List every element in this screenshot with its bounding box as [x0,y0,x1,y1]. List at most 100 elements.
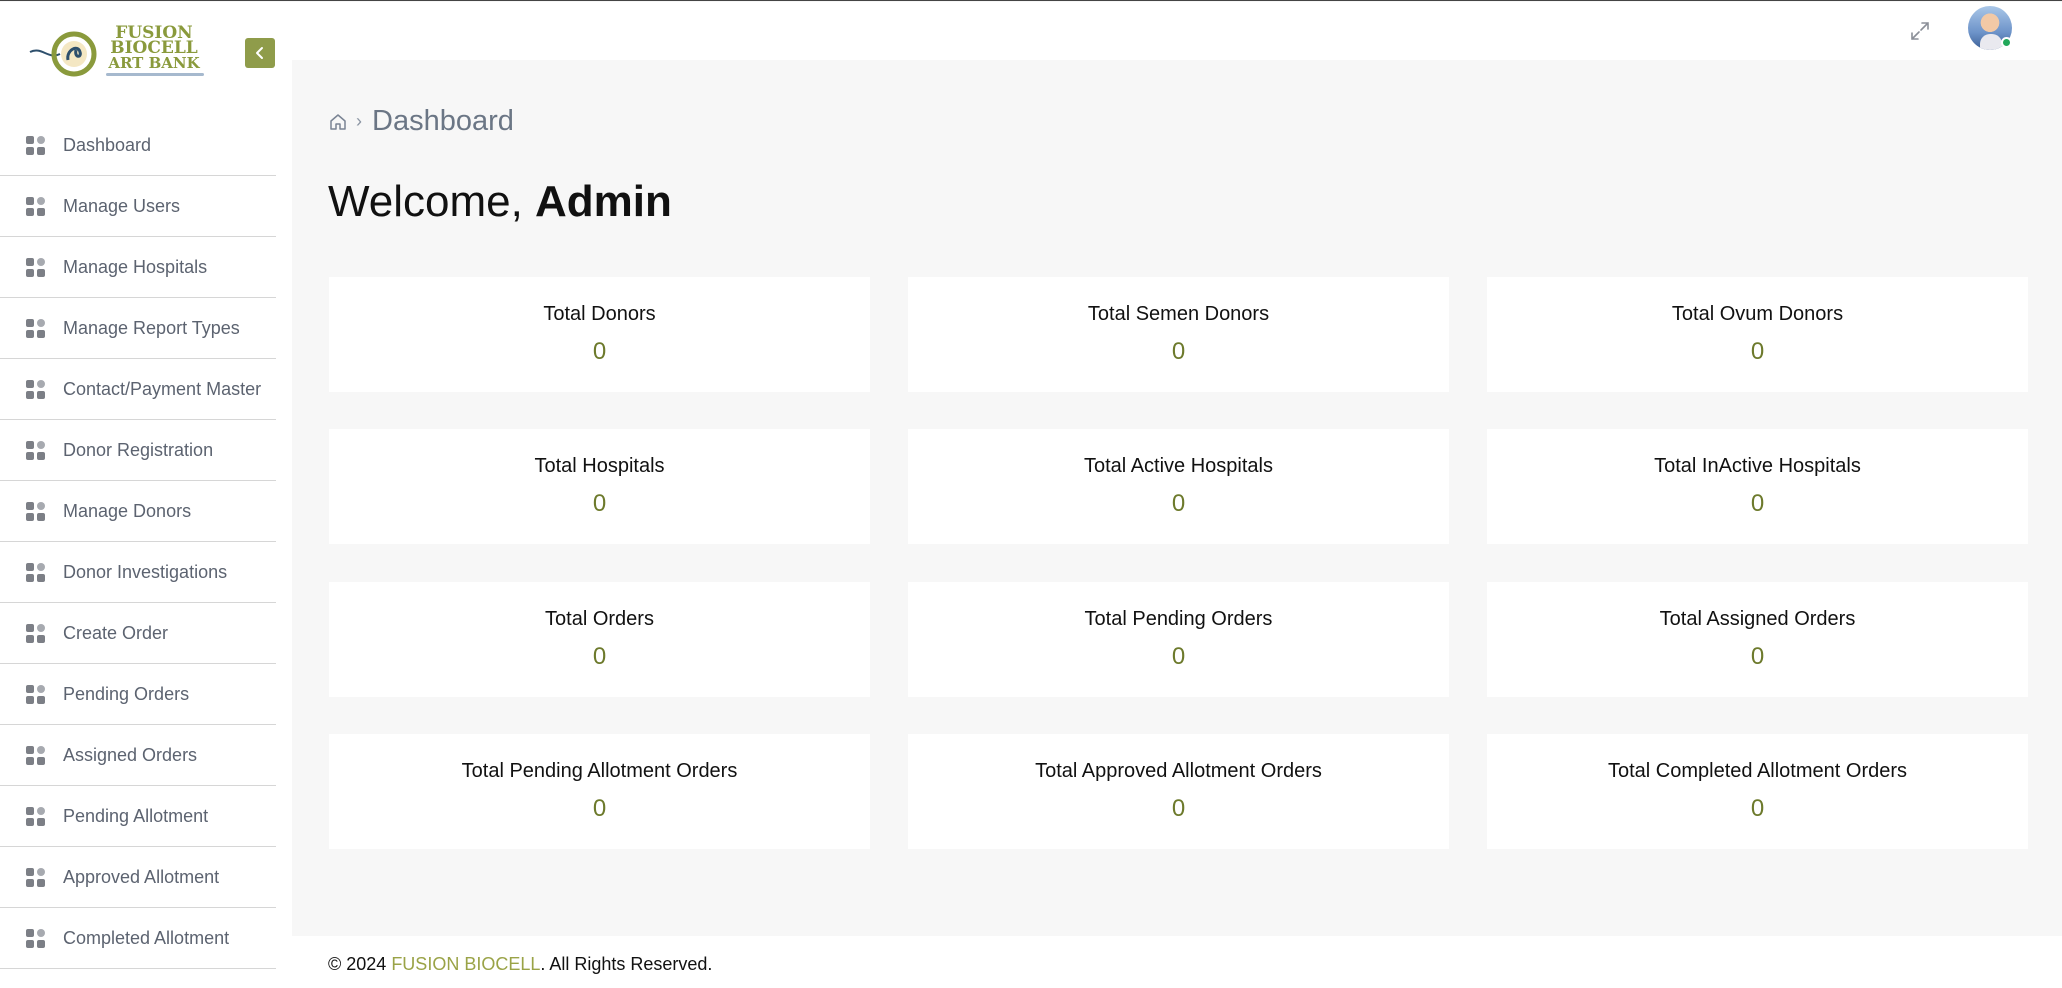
stat-card-value: 0 [1171,490,1186,517]
grid-icon [26,379,45,399]
stat-card-title: Total Pending Orders [1084,608,1273,630]
stat-card-value: 0 [1750,490,1765,517]
sidebar-item-label: Manage Report Types [63,317,240,338]
sidebar-item-label: Create Order [63,622,169,643]
stat-card-value: 0 [592,490,607,517]
chevron-left-icon [256,47,263,59]
fullscreen-toggle-button[interactable] [1908,19,1932,43]
stat-card-value: 0 [1750,338,1765,365]
grid-icon [26,318,45,338]
grid-icon [26,135,45,155]
sidebar-item-manage-report-types[interactable]: Manage Report Types [0,298,276,359]
stat-card: Total Orders 0 [329,582,870,697]
stat-card: Total Pending Allotment Orders 0 [329,734,870,849]
stat-card-title: Total Semen Donors [1087,303,1270,325]
sidebar-item-donor-investigations[interactable]: Donor Investigations [0,542,276,603]
stat-card: Total Active Hospitals 0 [908,429,1449,544]
sidebar-item-label: Manage Hospitals [63,256,208,277]
sidebar-item-label: Approved Allotment [63,866,220,887]
stat-card-value: 0 [1750,795,1765,822]
stat-card: Total Donors 0 [329,277,870,392]
footer-prefix: © 2024 [328,954,392,974]
sidebar-item-label: Donor Investigations [63,561,228,582]
stat-card-title: Total Ovum Donors [1671,303,1844,325]
sidebar-item-create-order[interactable]: Create Order [0,603,276,664]
stat-card-value: 0 [592,643,607,670]
sidebar-item-completed-allotment[interactable]: Completed Allotment [0,908,276,969]
grid-icon [26,196,45,216]
sidebar-item-label: Contact/Payment Master [63,378,262,399]
grid-icon [26,928,45,948]
sidebar-item-label: Dashboard [63,134,152,155]
sidebar-item-label: Manage Users [63,195,181,216]
stat-card-title: Total Hospitals [534,455,665,477]
sidebar-item-manage-users[interactable]: Manage Users [0,176,276,237]
sidebar-item-label: Completed Allotment [63,927,230,948]
stat-card-title: Total Orders [545,608,654,630]
brand-line-3: ART BANK [108,54,200,72]
breadcrumb-separator-icon: › [356,111,362,131]
grid-icon [26,440,45,460]
collapse-sidebar-button[interactable] [245,38,275,68]
stat-card: Total Completed Allotment Orders 0 [1487,734,2028,849]
stat-card-value: 0 [1171,338,1186,365]
breadcrumb-current: Dashboard [372,105,514,137]
sidebar-item-pending-orders[interactable]: Pending Orders [0,664,276,725]
breadcrumb: › Dashboard [328,105,514,138]
sidebar-nav: Dashboard Manage Users Manage Hospitals … [0,115,276,969]
grid-icon [26,623,45,643]
home-icon[interactable] [328,112,348,132]
grid-icon [26,867,45,887]
footer-copyright: © 2024 FUSION BIOCELL. All Rights Reserv… [328,954,712,975]
brand-wordmark: FUSION BIOCELL ART BANK [104,25,204,72]
footer-brand-link[interactable]: FUSION BIOCELL [391,954,540,974]
stat-card-title: Total Active Hospitals [1084,455,1273,477]
sidebar-item-pending-allotment[interactable]: Pending Allotment [0,786,276,847]
page-footer: © 2024 FUSION BIOCELL. All Rights Reserv… [292,936,2062,988]
sidebar-item-label: Donor Registration [63,439,214,460]
stat-card: Total Ovum Donors 0 [1487,277,2028,392]
welcome-heading: Welcome, Admin [328,177,672,227]
stat-card-title: Total Pending Allotment Orders [461,760,738,782]
expand-icon [1911,22,1929,40]
stat-card: Total Approved Allotment Orders 0 [908,734,1449,849]
sidebar-item-dashboard[interactable]: Dashboard [0,115,276,176]
stat-card: Total Hospitals 0 [329,429,870,544]
grid-icon [26,684,45,704]
stat-card: Total Semen Donors 0 [908,277,1449,392]
sidebar-item-label: Pending Allotment [63,805,209,826]
top-header [292,2,2062,60]
grid-icon [26,562,45,582]
footer-suffix: . All Rights Reserved. [540,954,713,974]
welcome-greeting: Welcome, [328,177,536,226]
sidebar: FUSION BIOCELL ART BANK Dashboard Manage… [0,2,292,988]
logo-mark-icon [29,31,97,77]
welcome-user-name: Admin [535,177,672,226]
stat-card-title: Total Approved Allotment Orders [1035,760,1322,782]
grid-icon [26,501,45,521]
stat-card-title: Total Donors [543,303,656,325]
stat-card-value: 0 [1171,643,1186,670]
sidebar-item-manage-hospitals[interactable]: Manage Hospitals [0,237,276,298]
stat-card: Total InActive Hospitals 0 [1487,429,2028,544]
stat-card-value: 0 [1750,643,1765,670]
brand-tagline-bar [106,73,204,76]
grid-icon [26,257,45,277]
sidebar-item-manage-donors[interactable]: Manage Donors [0,481,276,542]
stat-card: Total Assigned Orders 0 [1487,582,2028,697]
sidebar-item-approved-allotment[interactable]: Approved Allotment [0,847,276,908]
brand-logo[interactable]: FUSION BIOCELL ART BANK [28,24,204,82]
sidebar-item-assigned-orders[interactable]: Assigned Orders [0,725,276,786]
stat-card-value: 0 [1171,795,1186,822]
stat-card-title: Total InActive Hospitals [1654,455,1861,477]
sidebar-item-label: Manage Donors [63,500,192,521]
sidebar-item-contact-payment-master[interactable]: Contact/Payment Master [0,359,276,420]
stat-card-title: Total Assigned Orders [1659,608,1856,630]
sidebar-item-donor-registration[interactable]: Donor Registration [0,420,276,481]
stat-card-title: Total Completed Allotment Orders [1607,760,1908,782]
sidebar-item-label: Assigned Orders [63,744,198,765]
stat-card-value: 0 [592,795,607,822]
grid-icon [26,745,45,765]
online-status-indicator [2001,37,2012,48]
sidebar-item-label: Pending Orders [63,683,190,704]
